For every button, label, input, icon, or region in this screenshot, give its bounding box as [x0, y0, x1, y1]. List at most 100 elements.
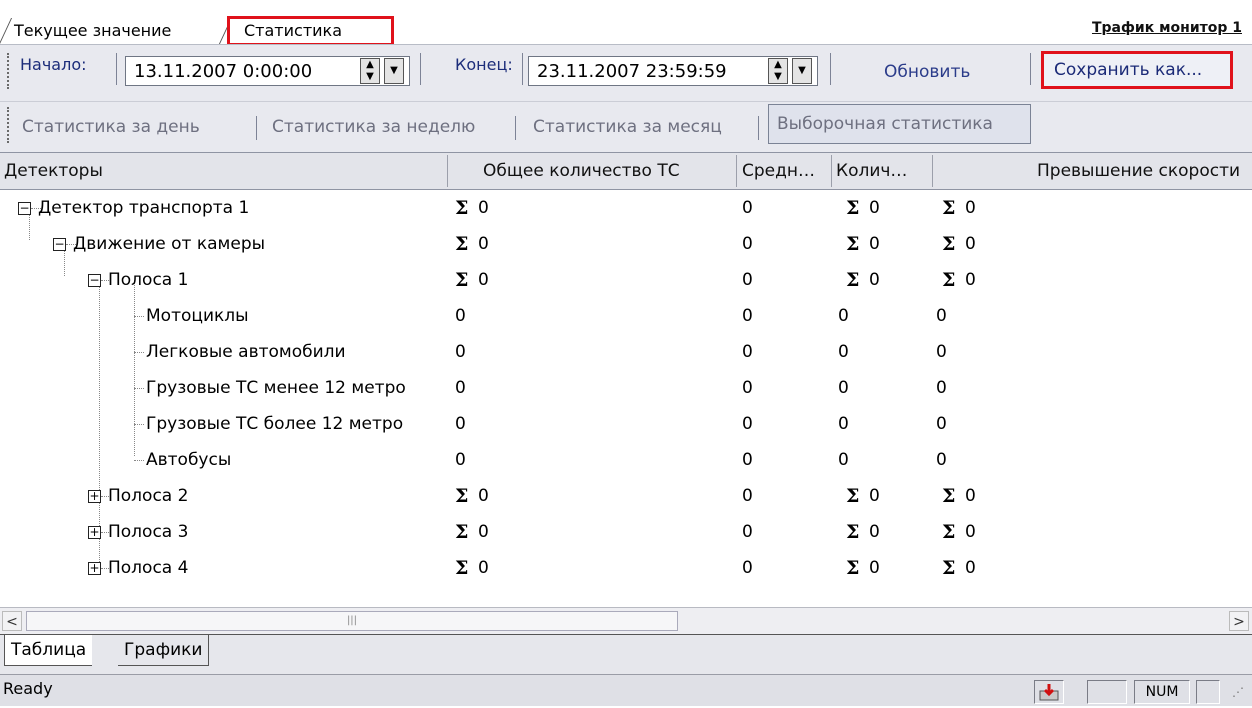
row-count: 0: [838, 342, 849, 362]
top-tab-strip: Текущее значение Статистика Трафик монит…: [0, 0, 1252, 46]
start-label: Начало:: [20, 55, 87, 74]
row-speeding: 0: [965, 558, 976, 578]
sigma-icon: Σ: [942, 557, 956, 579]
table-row[interactable]: − Детектор транспорта 1 Σ 0 0 Σ 0 Σ 0: [0, 190, 1252, 226]
row-speeding: 0: [936, 378, 947, 398]
row-speeding: 0: [965, 522, 976, 542]
table-row[interactable]: + Полоса 2 Σ 0 0 Σ 0 Σ 0: [0, 478, 1252, 514]
row-count: 0: [869, 522, 880, 542]
row-speeding: 0: [965, 486, 976, 506]
table-row[interactable]: Автобусы 0 0 0 0: [0, 442, 1252, 478]
tree-line: [134, 460, 144, 461]
column-header-speeding[interactable]: Превышение скорости: [1037, 153, 1240, 189]
end-label: Конец:: [455, 55, 513, 74]
status-bar: Ready NUM ⋰: [0, 674, 1252, 706]
start-spin-icon[interactable]: ▲ ▼: [360, 58, 380, 84]
row-name: Легковые автомобили: [146, 342, 346, 362]
collapse-icon[interactable]: −: [53, 238, 66, 251]
tab-current-value[interactable]: Текущее значение: [0, 18, 236, 44]
row-average: 0: [742, 486, 753, 506]
row-speeding: 0: [936, 414, 947, 434]
column-divider[interactable]: [447, 155, 448, 187]
expand-icon[interactable]: +: [88, 562, 101, 575]
tree-line: [134, 352, 144, 353]
status-text: Ready: [3, 679, 53, 698]
stat-month-button[interactable]: Статистика за месяц: [533, 111, 722, 143]
row-name: Полоса 3: [108, 522, 189, 542]
row-speeding: 0: [936, 450, 947, 470]
horizontal-scrollbar[interactable]: < ||| >: [0, 607, 1252, 634]
row-total: 0: [478, 486, 489, 506]
scroll-thumb[interactable]: |||: [26, 611, 678, 631]
separator: [515, 116, 516, 140]
column-header-average[interactable]: Средн…: [742, 153, 815, 189]
sigma-icon: Σ: [846, 233, 860, 255]
row-name: Полоса 2: [108, 486, 189, 506]
table-row[interactable]: − Движение от камеры Σ 0 0 Σ 0 Σ 0: [0, 226, 1252, 262]
row-speeding: 0: [965, 270, 976, 290]
sigma-icon: Σ: [942, 521, 956, 543]
table-row[interactable]: + Полоса 3 Σ 0 0 Σ 0 Σ 0: [0, 514, 1252, 550]
row-total: 0: [478, 234, 489, 254]
stat-day-button[interactable]: Статистика за день: [22, 111, 200, 143]
row-speeding: 0: [965, 198, 976, 218]
end-spin-icon[interactable]: ▲ ▼: [768, 58, 788, 84]
column-header-count[interactable]: Колич…: [836, 153, 907, 189]
separator: [256, 116, 257, 140]
table-row[interactable]: Мотоциклы 0 0 0 0: [0, 298, 1252, 334]
stat-selective-button[interactable]: Выборочная статистика: [768, 104, 1031, 144]
row-name: Полоса 4: [108, 558, 189, 578]
table-row[interactable]: Легковые автомобили 0 0 0 0: [0, 334, 1252, 370]
column-divider[interactable]: [932, 155, 933, 187]
tab-charts[interactable]: Графики: [118, 635, 210, 666]
save-as-button[interactable]: Сохранить как...: [1041, 51, 1233, 89]
row-total: 0: [478, 522, 489, 542]
column-divider[interactable]: [736, 155, 737, 187]
table-row[interactable]: Грузовые ТС более 12 метро 0 0 0 0: [0, 406, 1252, 442]
stat-week-button[interactable]: Статистика за неделю: [272, 111, 475, 143]
row-total: 0: [455, 450, 466, 470]
traffic-monitor-link[interactable]: Трафик монитор 1: [1092, 20, 1242, 36]
row-count: 0: [869, 234, 880, 254]
expand-icon[interactable]: +: [88, 526, 101, 539]
scroll-right-icon[interactable]: >: [1229, 611, 1249, 631]
save-record-icon[interactable]: [1034, 680, 1064, 704]
row-average: 0: [742, 378, 753, 398]
separator: [522, 53, 523, 85]
collapse-icon[interactable]: −: [18, 202, 31, 215]
column-header-total[interactable]: Общее количество ТС: [483, 153, 680, 189]
table-row[interactable]: − Полоса 1 Σ 0 0 Σ 0 Σ 0: [0, 262, 1252, 298]
row-name: Автобусы: [146, 450, 232, 470]
scroll-left-icon[interactable]: <: [2, 611, 22, 631]
row-total: 0: [455, 342, 466, 362]
sigma-icon: Σ: [455, 521, 469, 543]
row-average: 0: [742, 522, 753, 542]
toolbar-grip[interactable]: [7, 107, 12, 143]
row-average: 0: [742, 414, 753, 434]
row-total: 0: [478, 558, 489, 578]
separator: [758, 116, 759, 140]
refresh-button[interactable]: Обновить: [884, 62, 970, 82]
sigma-icon: Σ: [455, 197, 469, 219]
table-row[interactable]: Грузовые ТС менее 12 метро 0 0 0 0: [0, 370, 1252, 406]
end-dropdown-icon[interactable]: ▼: [792, 58, 812, 84]
toolbar-grip[interactable]: [7, 53, 12, 89]
num-lock-indicator: NUM: [1134, 680, 1190, 704]
sigma-icon: Σ: [455, 269, 469, 291]
status-pane: [1087, 680, 1127, 704]
resize-grip-icon[interactable]: ⋰: [1232, 685, 1244, 699]
collapse-icon[interactable]: −: [88, 274, 101, 287]
tab-table[interactable]: Таблица: [4, 635, 93, 666]
row-speeding: 0: [965, 234, 976, 254]
row-name: Движение от камеры: [73, 234, 266, 254]
row-speeding: 0: [936, 342, 947, 362]
table-row[interactable]: + Полоса 4 Σ 0 0 Σ 0 Σ 0: [0, 550, 1252, 586]
start-dropdown-icon[interactable]: ▼: [384, 58, 404, 84]
tree-line: [134, 424, 144, 425]
row-count: 0: [869, 198, 880, 218]
expand-icon[interactable]: +: [88, 490, 101, 503]
tab-statistics[interactable]: Статистика: [227, 16, 394, 46]
column-divider[interactable]: [831, 155, 832, 187]
row-average: 0: [742, 270, 753, 290]
column-header-detectors[interactable]: Детекторы: [4, 153, 103, 189]
